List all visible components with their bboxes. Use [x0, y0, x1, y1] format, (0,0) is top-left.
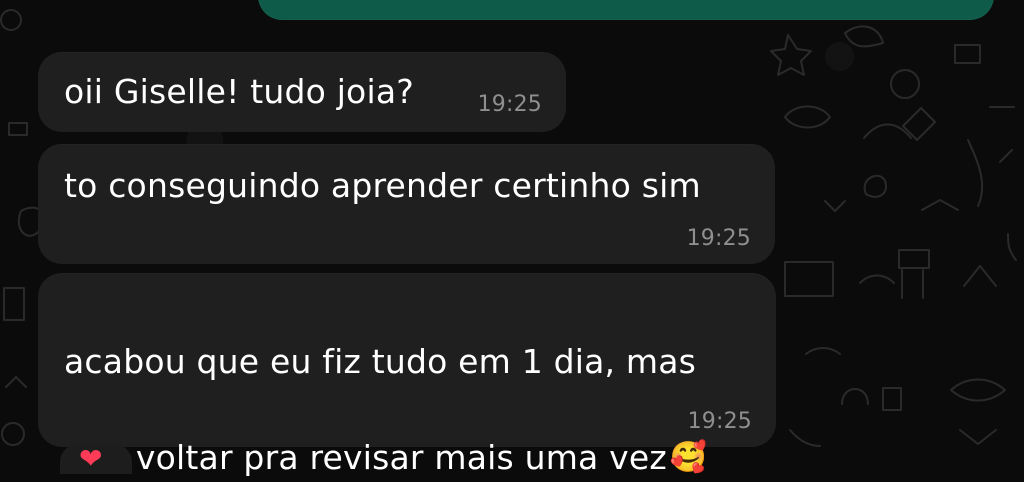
incoming-message-1[interactable]: oii Giselle! tudo joia? 19:25 [38, 52, 566, 132]
incoming-message-2[interactable]: to conseguindo aprender certinho sim 19:… [38, 144, 775, 264]
message-text-line-2: vou voltar pra revisar mais uma vez [64, 438, 667, 477]
message-text: acabou que eu fiz tudo em 1 dia, mas vou… [64, 290, 754, 482]
message-timestamp: 19:25 [477, 92, 542, 117]
message-timestamp: 19:25 [686, 226, 751, 251]
message-text: oii Giselle! tudo joia? [64, 72, 414, 111]
message-text: to conseguindo aprender certinho sim [64, 166, 701, 205]
message-text-line-1: acabou que eu fiz tudo em 1 dia, mas [64, 342, 697, 381]
outgoing-message-bubble [258, 0, 994, 20]
message-reaction[interactable]: ❤ [60, 444, 132, 474]
heart-icon: ❤ [79, 444, 103, 474]
message-timestamp: 19:25 [687, 409, 752, 434]
smiling-face-with-hearts-icon: 🥰 [669, 440, 708, 475]
incoming-message-3[interactable]: acabou que eu fiz tudo em 1 dia, mas vou… [38, 273, 776, 477]
